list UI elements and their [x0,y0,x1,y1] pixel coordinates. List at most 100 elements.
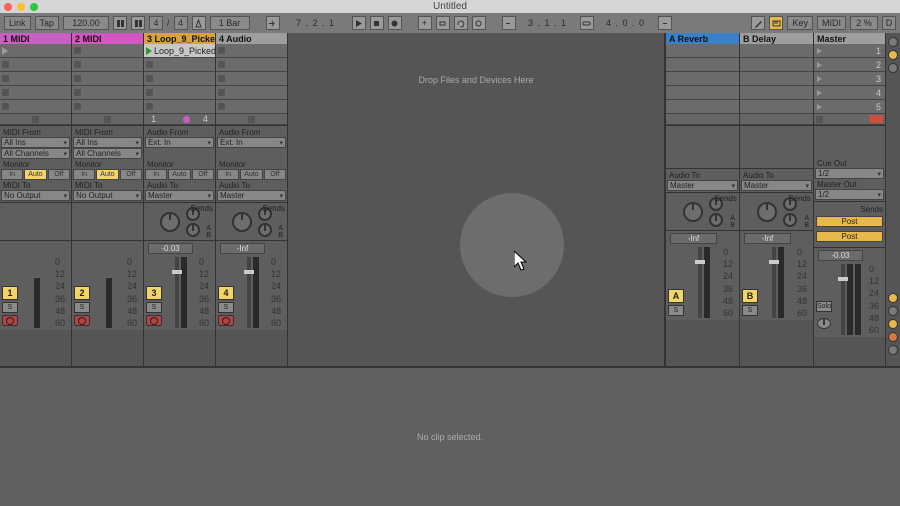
slot-stop-icon[interactable] [74,103,81,110]
clip-slot[interactable] [0,86,71,100]
arm-button[interactable] [2,315,18,326]
clip-slot[interactable] [72,86,143,100]
peak-level[interactable]: -Inf [744,233,791,244]
output-dropdown[interactable]: No Output [1,190,70,201]
peak-level[interactable]: -Inf [670,233,717,244]
solo-button[interactable]: S [74,302,90,313]
clip-slot[interactable] [144,72,215,86]
pan-knob[interactable] [160,212,180,232]
monitor-toggle[interactable]: InAutoOff [217,169,286,180]
tap-tempo[interactable]: Tap [35,16,60,30]
clip-slot[interactable] [72,44,143,58]
slot-stop-icon[interactable] [146,103,153,110]
monitor-in[interactable]: In [73,169,95,180]
pan-knob[interactable] [232,212,252,232]
cue-out-dropdown[interactable]: 1/2 [815,168,884,179]
track-activator[interactable]: 3 [146,286,162,300]
overload-indicator[interactable]: D [882,16,896,30]
clip-slot[interactable] [0,72,71,86]
punch-out-marker[interactable] [658,16,672,30]
clip-slot[interactable] [0,58,71,72]
clip-slot[interactable]: Loop_9_Picked [144,44,215,58]
slot-stop-icon[interactable] [218,61,225,68]
volume-fader[interactable] [698,247,702,318]
monitor-auto[interactable]: Auto [168,169,190,180]
slot-stop-icon[interactable] [2,75,9,82]
clip-slot[interactable] [144,100,215,114]
slot-stop-icon[interactable] [2,61,9,68]
sig-denominator[interactable]: 4 [174,16,188,30]
slot-stop-icon[interactable] [146,61,153,68]
volume-fader[interactable] [247,257,251,328]
scene-play-icon[interactable] [817,62,822,68]
return-title[interactable]: A Reverb [666,33,739,44]
peak-level[interactable]: -0.03 [148,243,193,254]
slot-play-icon[interactable] [2,47,8,55]
scene-play-icon[interactable] [817,90,822,96]
send-b-knob[interactable] [186,223,200,237]
solo-button[interactable]: S [218,302,234,313]
pan-knob[interactable] [757,202,777,222]
return-title[interactable]: B Delay [740,33,813,44]
tempo-nudge-down[interactable] [113,16,127,30]
solo-button[interactable]: S [2,302,18,313]
arm-button[interactable] [146,315,162,326]
monitor-in[interactable]: In [145,169,167,180]
slot-stop-icon[interactable] [218,89,225,96]
send-b-post[interactable]: Post [816,231,883,242]
volume-fader[interactable] [841,264,845,335]
monitor-auto[interactable]: Auto [240,169,262,180]
drop-area[interactable]: Drop Files and Devices Here [288,33,664,366]
scene-play-icon[interactable] [817,48,822,54]
send-b-knob[interactable] [783,213,797,227]
stop-button[interactable] [370,16,384,30]
clip-slot[interactable] [0,100,71,114]
global-quantize[interactable]: 1 Bar [210,16,250,30]
clip-slot[interactable] [216,86,287,100]
scene-play-icon[interactable] [817,76,822,82]
solo-button[interactable]: S [668,305,684,316]
track-activator[interactable]: B [742,289,758,303]
send-b-knob[interactable] [258,223,272,237]
pan-knob[interactable] [683,202,703,222]
track-activator[interactable]: 1 [2,286,18,300]
volume-fader[interactable] [772,247,776,318]
peak-level[interactable]: -Inf [220,243,265,254]
stop-all-icon[interactable] [816,116,823,123]
output-dropdown[interactable]: Master [217,190,286,201]
input-channel-dropdown[interactable]: All Channels [1,148,70,159]
clip-slot[interactable] [216,44,287,58]
monitor-toggle[interactable]: InAutoOff [145,169,214,180]
output-dropdown[interactable]: Master [741,180,812,191]
loop-start[interactable]: 3 . 1 . 1 [520,16,576,30]
metronome-icon[interactable] [192,16,206,30]
arm-button[interactable] [218,315,234,326]
track-activator[interactable]: A [668,289,684,303]
slot-stop-icon[interactable] [218,75,225,82]
peak-level[interactable]: -0.03 [818,250,863,261]
clip-slot[interactable] [216,72,287,86]
slot-stop-icon[interactable] [146,75,153,82]
track-title[interactable]: 3 Loop_9_Picke [144,33,215,44]
track-title[interactable]: 2 MIDI [72,33,143,44]
scene-launch[interactable]: 5 [814,100,885,114]
solo-button[interactable]: S [146,302,162,313]
clip-slot[interactable] [0,44,71,58]
clip-slot[interactable] [72,72,143,86]
tempo-nudge-up[interactable] [131,16,145,30]
arrangement-position[interactable]: 7 . 2 . 1 [284,16,348,30]
crossfade-toggle[interactable] [888,319,898,329]
midi-map-toggle[interactable]: MIDI [817,16,846,30]
master-title[interactable]: Master [814,33,885,44]
slot-stop-icon[interactable] [74,61,81,68]
solo-button[interactable]: Solo [816,301,832,312]
link-toggle[interactable]: Link [4,16,31,30]
key-map-toggle[interactable]: Key [787,16,813,30]
track-activator[interactable]: 4 [218,286,234,300]
computer-midi-keyboard[interactable] [769,16,783,30]
scene-launch[interactable]: 2 [814,58,885,72]
stop-all-row[interactable] [814,114,885,125]
clip-slot[interactable] [216,58,287,72]
monitor-toggle[interactable]: InAutoOff [1,169,70,180]
slot-stop-icon[interactable] [146,89,153,96]
